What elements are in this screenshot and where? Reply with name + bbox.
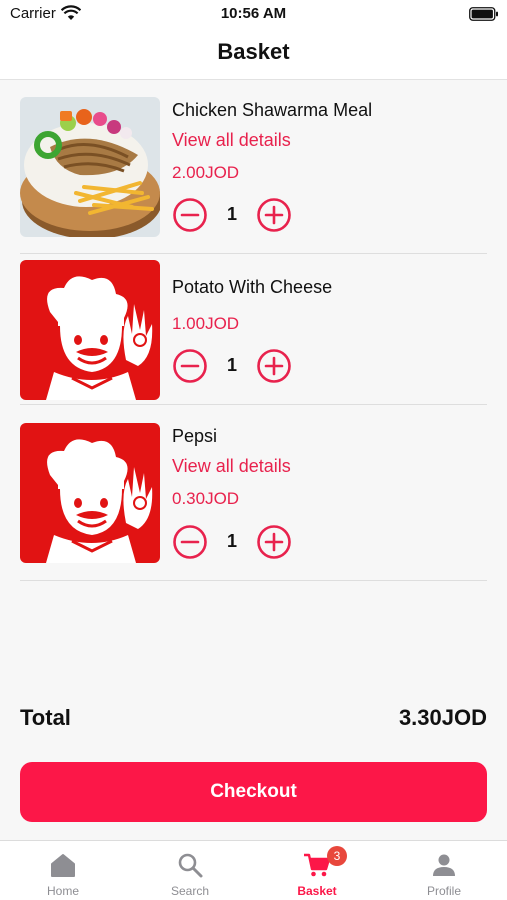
quantity-value: 1: [226, 355, 237, 375]
quantity-value: 1: [226, 531, 237, 551]
tab-label: Home: [46, 884, 79, 898]
tab-label: Search: [170, 884, 210, 898]
decrease-quantity-button[interactable]: [172, 524, 208, 560]
item-name: Pepsi: [172, 426, 218, 446]
tab-basket[interactable]: 3 Basket: [254, 841, 380, 900]
status-bar: Carrier 10:56 AM: [0, 0, 507, 30]
navigation-bar: Basket: [0, 30, 507, 80]
basket-item: Pepsi View all details 0.30JOD 1: [20, 423, 487, 581]
decrease-quantity-button[interactable]: [172, 197, 208, 233]
tab-profile[interactable]: Profile: [381, 841, 507, 900]
quantity-stepper: 1: [172, 197, 292, 233]
quantity-value: 1: [226, 204, 237, 224]
item-price: 0.30JOD: [172, 489, 240, 508]
view-details-link[interactable]: View all details: [172, 130, 291, 151]
home-icon: [51, 854, 75, 877]
basket-item: Potato With Cheese 1.00JOD 1: [20, 260, 487, 405]
item-name: Potato With Cheese: [172, 277, 333, 297]
total-value: 3.30JOD: [398, 705, 487, 730]
cart-count-badge: 3: [327, 846, 347, 866]
basket-item: Chicken Shawarma Meal View all details 2…: [20, 97, 487, 254]
increase-quantity-button[interactable]: [256, 524, 292, 560]
chef-logo-image: [20, 260, 160, 400]
basket-screen: Carrier 10:56 AM Basket Chicken Shawarma…: [0, 0, 507, 900]
chef-logo-image: [20, 423, 160, 563]
tab-label: Profile: [426, 884, 461, 898]
total-label: Total: [20, 705, 71, 730]
increase-quantity-button[interactable]: [256, 197, 292, 233]
increase-quantity-button[interactable]: [256, 348, 292, 384]
item-price: 1.00JOD: [172, 314, 240, 333]
tab-search[interactable]: Search: [127, 841, 253, 900]
item-price: 2.00JOD: [172, 163, 240, 182]
shawarma-meal-image: [20, 97, 160, 237]
battery-icon: [469, 7, 498, 21]
checkout-button[interactable]: Checkout: [20, 762, 487, 822]
tab-label: Basket: [297, 884, 337, 898]
quantity-stepper: 1: [172, 348, 292, 384]
status-time: 10:56 AM: [220, 5, 287, 22]
tab-bar: Home Search 3 Basket Profile: [0, 840, 507, 900]
page-title: Basket: [217, 39, 290, 64]
view-details-link[interactable]: View all details: [172, 456, 291, 477]
decrease-quantity-button[interactable]: [172, 348, 208, 384]
item-name: Chicken Shawarma Meal: [172, 100, 373, 120]
quantity-stepper: 1: [172, 524, 292, 560]
tab-home[interactable]: Home: [0, 841, 126, 900]
profile-icon: [433, 854, 455, 876]
search-icon: [178, 853, 203, 878]
